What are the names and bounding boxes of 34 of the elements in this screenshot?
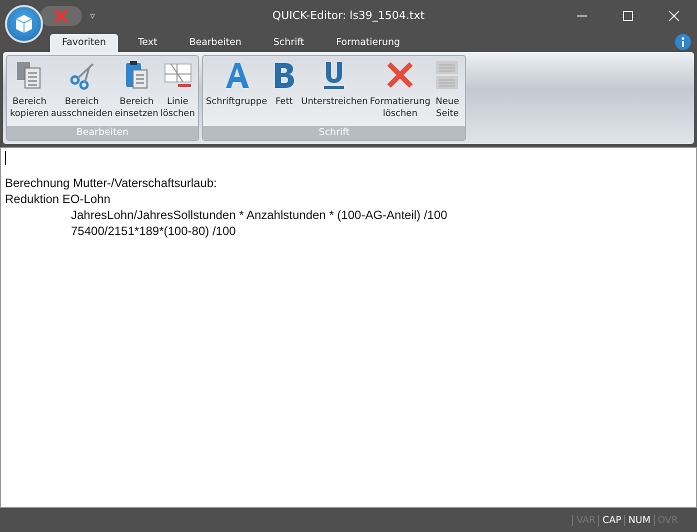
ribbon-button[interactable]: Fett [268, 56, 300, 126]
text-line: Berechnung Mutter-/Vaterschaftsurlaub: [5, 175, 217, 191]
ribbon-tab[interactable]: Schrift [261, 34, 316, 52]
ribbon-tab[interactable]: Text [126, 34, 170, 52]
ribbon-button[interactable]: Schriftgruppe [204, 56, 268, 126]
status-indicator: CAP [598, 514, 624, 526]
ribbon-button[interactable]: Neue Seite [431, 56, 464, 126]
close-file-button[interactable] [40, 6, 82, 26]
ribbon-button[interactable]: Unterstreichen [300, 56, 369, 126]
close-icon [668, 10, 680, 22]
ribbon-tab[interactable]: Bearbeiten [177, 34, 254, 52]
group-title: Schrift [202, 126, 466, 140]
ribbon-button[interactable]: Linie löschen [159, 56, 196, 126]
maximize-icon [622, 10, 634, 22]
text-line: JahresLohn/JahresSollstunden * Anzahlstunden * (100-AG-Anteil) /100 [71, 207, 448, 223]
ribbon-button[interactable]: Bereich einsetzen [114, 56, 160, 126]
window-title: QUICK-Editor: ls39_1504.txt [272, 9, 425, 22]
ribbon-tab[interactable]: Favoriten [50, 34, 118, 52]
application-menu-button[interactable] [5, 5, 43, 43]
ribbon-tab[interactable]: Formatierung [324, 34, 412, 52]
cross-icon [385, 60, 416, 90]
cross-icon [54, 9, 68, 23]
text-line: 75400/2151*189*(100-80) /100 [71, 223, 236, 239]
status-indicator: NUM [624, 514, 654, 526]
text-line: Reduktion EO-Lohn [5, 191, 110, 207]
group-title: Bearbeiten [7, 126, 198, 140]
ribbon-button[interactable]: Formatierung löschen [368, 56, 432, 126]
text-cursor [5, 151, 6, 165]
quick-access-menu[interactable]: ▿ [90, 10, 96, 22]
text-editor[interactable]: Berechnung Mutter-/Vaterschaftsurlaub: Reduktion EO-Lohn JahresLohn/JahresSollstunden * Anzahlstunden * (100-AG-Anteil) /100 75400/2151*189*(100-80) /100 [0, 147, 697, 508]
ribbon-button[interactable]: Bereich ausschneiden [50, 56, 114, 126]
info-icon[interactable] [675, 34, 691, 50]
ribbon-button[interactable]: Bereich kopieren [9, 56, 50, 126]
cube-icon [13, 13, 35, 35]
